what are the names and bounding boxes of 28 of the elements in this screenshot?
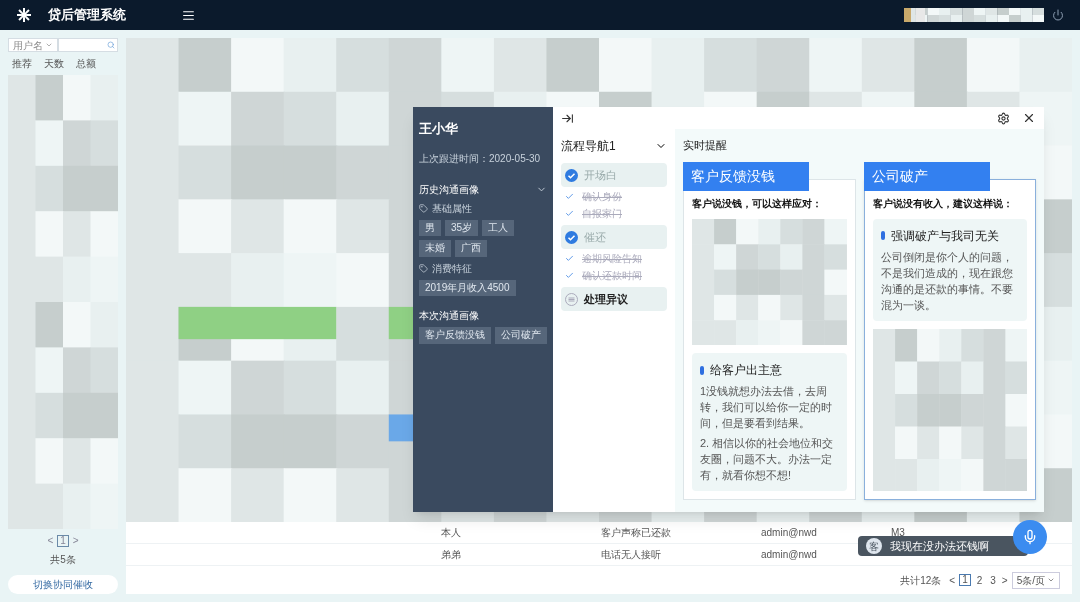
page-size-select[interactable]: 5条/页 xyxy=(1011,571,1060,589)
prev-page-button[interactable]: < xyxy=(949,572,956,588)
power-icon[interactable] xyxy=(1052,9,1064,21)
chevron-icon[interactable] xyxy=(1047,576,1055,584)
column-header[interactable]: 天数 xyxy=(44,56,64,71)
app-title: 贷后管理系统 xyxy=(48,6,126,25)
table-cell: 本人 xyxy=(441,527,461,538)
table-cell: M3 xyxy=(891,527,905,538)
column-header[interactable]: 推荐 xyxy=(12,56,32,71)
switch-button[interactable]: 切换协同催收 xyxy=(8,575,118,594)
table-cell: 客户声称已还款 xyxy=(601,527,671,538)
snowflake-logo-icon xyxy=(16,7,32,23)
column-header[interactable]: 总额 xyxy=(76,56,96,71)
total-count: 共计12条 xyxy=(900,573,942,588)
menu-icon[interactable] xyxy=(182,8,195,22)
microphone-icon xyxy=(1022,529,1038,545)
search-field[interactable] xyxy=(58,38,118,52)
page-button[interactable]: 3 xyxy=(988,572,998,588)
page-button[interactable]: 1 xyxy=(959,574,971,586)
field-select[interactable]: 用户名 xyxy=(8,38,58,52)
table-cell: 电话无人接听 xyxy=(601,549,661,560)
table-cell: admin@nwd xyxy=(761,549,817,560)
total-count: 共5条 xyxy=(49,553,77,567)
table-cell: 弟弟 xyxy=(441,549,461,560)
table-cell: admin@nwd xyxy=(761,527,817,538)
page-button[interactable]: 2 xyxy=(974,572,985,588)
speaker-badge: 客 xyxy=(866,538,882,554)
next-page-button[interactable]: > xyxy=(1001,572,1008,588)
